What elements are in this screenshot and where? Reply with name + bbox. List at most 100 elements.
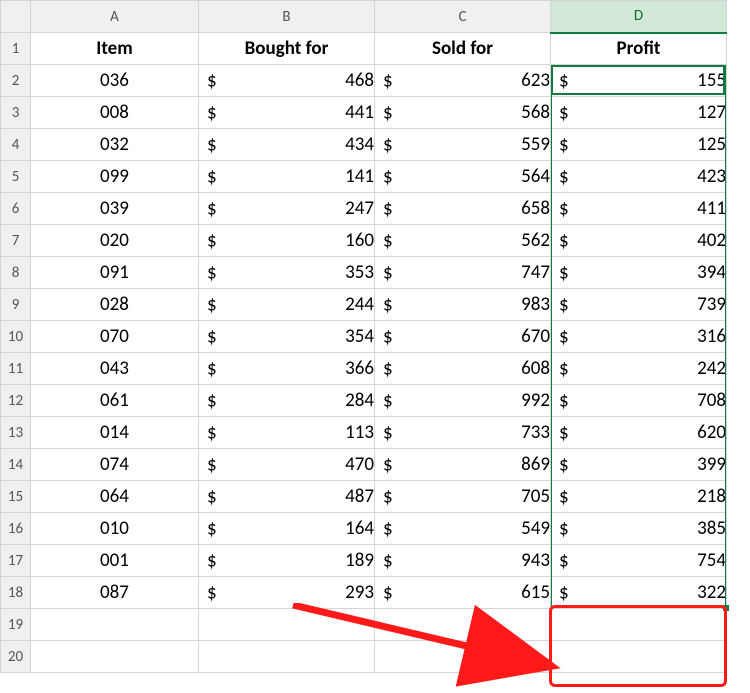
cell-sold[interactable]: $559 [375,129,551,161]
row-header[interactable]: 18 [1,577,31,609]
cell-sold[interactable]: $623 [375,65,551,97]
cell-sold[interactable]: $705 [375,481,551,513]
row-header[interactable]: 4 [1,129,31,161]
cell-item[interactable]: 064 [31,481,199,513]
cell-profit[interactable]: $620 [551,417,727,449]
cell-bought[interactable]: $141 [199,161,375,193]
cell-sold[interactable]: $992 [375,385,551,417]
empty-cell[interactable] [375,609,551,641]
cell-sold[interactable]: $983 [375,289,551,321]
row-header[interactable]: 16 [1,513,31,545]
cell-bought[interactable]: $353 [199,257,375,289]
cell-bought[interactable]: $434 [199,129,375,161]
cell-profit[interactable]: $242 [551,353,727,385]
cell-item[interactable]: 001 [31,545,199,577]
row-header[interactable]: 5 [1,161,31,193]
row-header[interactable]: 20 [1,641,31,673]
col-header-C[interactable]: C [375,1,551,33]
cell-profit[interactable]: $155 [551,65,727,97]
spreadsheet-grid[interactable]: A B C D 1 Item Bought for Sold for Profi… [0,0,727,673]
cell-profit[interactable]: $411 [551,193,727,225]
cell-bought[interactable]: $354 [199,321,375,353]
cell-bought[interactable]: $441 [199,97,375,129]
row-header[interactable]: 19 [1,609,31,641]
header-profit[interactable]: Profit [551,33,727,65]
cell-profit[interactable]: $316 [551,321,727,353]
empty-cell[interactable] [199,609,375,641]
col-header-B[interactable]: B [199,1,375,33]
row-header[interactable]: 7 [1,225,31,257]
cell-profit[interactable]: $754 [551,545,727,577]
cell-bought[interactable]: $164 [199,513,375,545]
cell-bought[interactable]: $470 [199,449,375,481]
cell-profit[interactable]: $708 [551,385,727,417]
row-header[interactable]: 9 [1,289,31,321]
cell-sold[interactable]: $608 [375,353,551,385]
cell-bought[interactable]: $247 [199,193,375,225]
cell-sold[interactable]: $869 [375,449,551,481]
cell-sold[interactable]: $670 [375,321,551,353]
cell-sold[interactable]: $564 [375,161,551,193]
row-header[interactable]: 13 [1,417,31,449]
cell-item[interactable]: 032 [31,129,199,161]
cell-bought[interactable]: $284 [199,385,375,417]
cell-profit[interactable]: $394 [551,257,727,289]
empty-cell[interactable] [31,641,199,673]
cell-item[interactable]: 091 [31,257,199,289]
empty-cell[interactable] [31,609,199,641]
cell-profit[interactable]: $739 [551,289,727,321]
cell-profit[interactable]: $127 [551,97,727,129]
header-item[interactable]: Item [31,33,199,65]
cell-sold[interactable]: $747 [375,257,551,289]
cell-profit[interactable]: $322 [551,577,727,609]
cell-item[interactable]: 099 [31,161,199,193]
col-header-D[interactable]: D [551,1,727,33]
cell-sold[interactable]: $658 [375,193,551,225]
cell-profit[interactable]: $218 [551,481,727,513]
cell-sold[interactable]: $943 [375,545,551,577]
cell-bought[interactable]: $160 [199,225,375,257]
cell-profit[interactable]: $125 [551,129,727,161]
cell-item[interactable]: 036 [31,65,199,97]
cell-sold[interactable]: $568 [375,97,551,129]
row-header[interactable]: 2 [1,65,31,97]
cell-item[interactable]: 039 [31,193,199,225]
empty-cell[interactable] [375,641,551,673]
cell-bought[interactable]: $366 [199,353,375,385]
cell-sold[interactable]: $549 [375,513,551,545]
cell-profit[interactable]: $423 [551,161,727,193]
cell-sold[interactable]: $615 [375,577,551,609]
cell-item[interactable]: 074 [31,449,199,481]
row-header[interactable]: 3 [1,97,31,129]
cell-item[interactable]: 010 [31,513,199,545]
header-sold[interactable]: Sold for [375,33,551,65]
empty-cell[interactable] [551,641,727,673]
col-header-A[interactable]: A [31,1,199,33]
row-header[interactable]: 10 [1,321,31,353]
cell-bought[interactable]: $293 [199,577,375,609]
cell-bought[interactable]: $244 [199,289,375,321]
cell-item[interactable]: 043 [31,353,199,385]
row-header[interactable]: 6 [1,193,31,225]
cell-item[interactable]: 014 [31,417,199,449]
empty-cell[interactable] [199,641,375,673]
cell-sold[interactable]: $733 [375,417,551,449]
row-header-1[interactable]: 1 [1,33,31,65]
cell-item[interactable]: 008 [31,97,199,129]
row-header[interactable]: 15 [1,481,31,513]
cell-bought[interactable]: $113 [199,417,375,449]
fill-handle[interactable] [723,605,729,611]
cell-profit[interactable]: $402 [551,225,727,257]
cell-item[interactable]: 087 [31,577,199,609]
row-header[interactable]: 17 [1,545,31,577]
empty-cell[interactable] [551,609,727,641]
row-header[interactable]: 8 [1,257,31,289]
cell-item[interactable]: 028 [31,289,199,321]
cell-bought[interactable]: $189 [199,545,375,577]
cell-profit[interactable]: $385 [551,513,727,545]
cell-item[interactable]: 020 [31,225,199,257]
row-header[interactable]: 12 [1,385,31,417]
cell-sold[interactable]: $562 [375,225,551,257]
row-header[interactable]: 11 [1,353,31,385]
cell-profit[interactable]: $399 [551,449,727,481]
